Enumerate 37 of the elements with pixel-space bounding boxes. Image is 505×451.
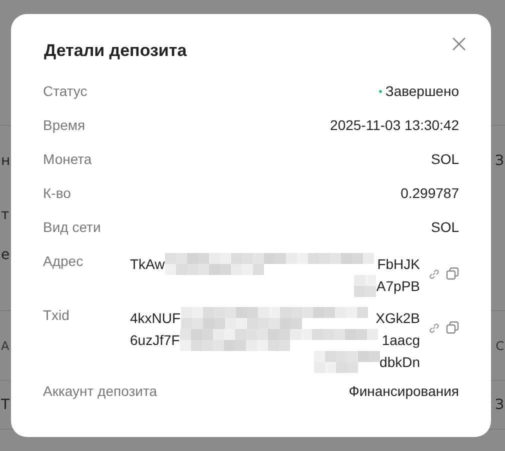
table-cell: н bbox=[1, 152, 10, 168]
link-icon[interactable] bbox=[428, 322, 440, 334]
hash-text: 6uzJf7F bbox=[130, 332, 180, 348]
field-label: Статус bbox=[43, 83, 88, 99]
field-label: Txid bbox=[43, 307, 70, 323]
close-icon[interactable] bbox=[452, 37, 466, 51]
copy-icon[interactable] bbox=[446, 321, 459, 334]
table-cell: З bbox=[495, 152, 504, 168]
link-icon[interactable] bbox=[428, 268, 440, 280]
table-cell: С bbox=[496, 338, 504, 352]
field-label: Адрес bbox=[43, 253, 84, 269]
field-label: К-во bbox=[43, 185, 71, 201]
hash-text: XGk2B bbox=[376, 310, 420, 326]
field-value: Финансирования bbox=[348, 383, 459, 399]
status-value: Завершено bbox=[385, 83, 459, 99]
status-dot bbox=[379, 90, 382, 92]
field-label: Аккаунт депозита bbox=[43, 383, 158, 399]
hash-text: TkAw bbox=[130, 256, 165, 272]
table-cell: А bbox=[1, 338, 10, 352]
field-value: 0.299787 bbox=[400, 185, 459, 201]
hash-text: 4kxNUF bbox=[130, 310, 181, 326]
hash-text: FbHJK bbox=[377, 256, 420, 272]
dialog-title: Детали депозита bbox=[44, 41, 187, 61]
table-cell: Т bbox=[1, 397, 10, 413]
field-label: Вид сети bbox=[43, 219, 101, 235]
copy-icon[interactable] bbox=[446, 267, 459, 280]
hash-text: 1aacg bbox=[382, 332, 420, 348]
table-cell: т bbox=[1, 207, 10, 223]
field-label: Время bbox=[43, 117, 86, 133]
field-value: SOL bbox=[430, 219, 459, 235]
table-cell: З bbox=[495, 397, 504, 413]
hash-text: dbkDn bbox=[380, 354, 420, 370]
table-cell: е bbox=[1, 247, 10, 263]
field-value: SOL bbox=[430, 151, 459, 167]
field-value: 2025-11-03 13:30:42 bbox=[330, 117, 459, 133]
hash-text: A7pPB bbox=[376, 278, 420, 294]
field-label: Монета bbox=[43, 151, 92, 167]
